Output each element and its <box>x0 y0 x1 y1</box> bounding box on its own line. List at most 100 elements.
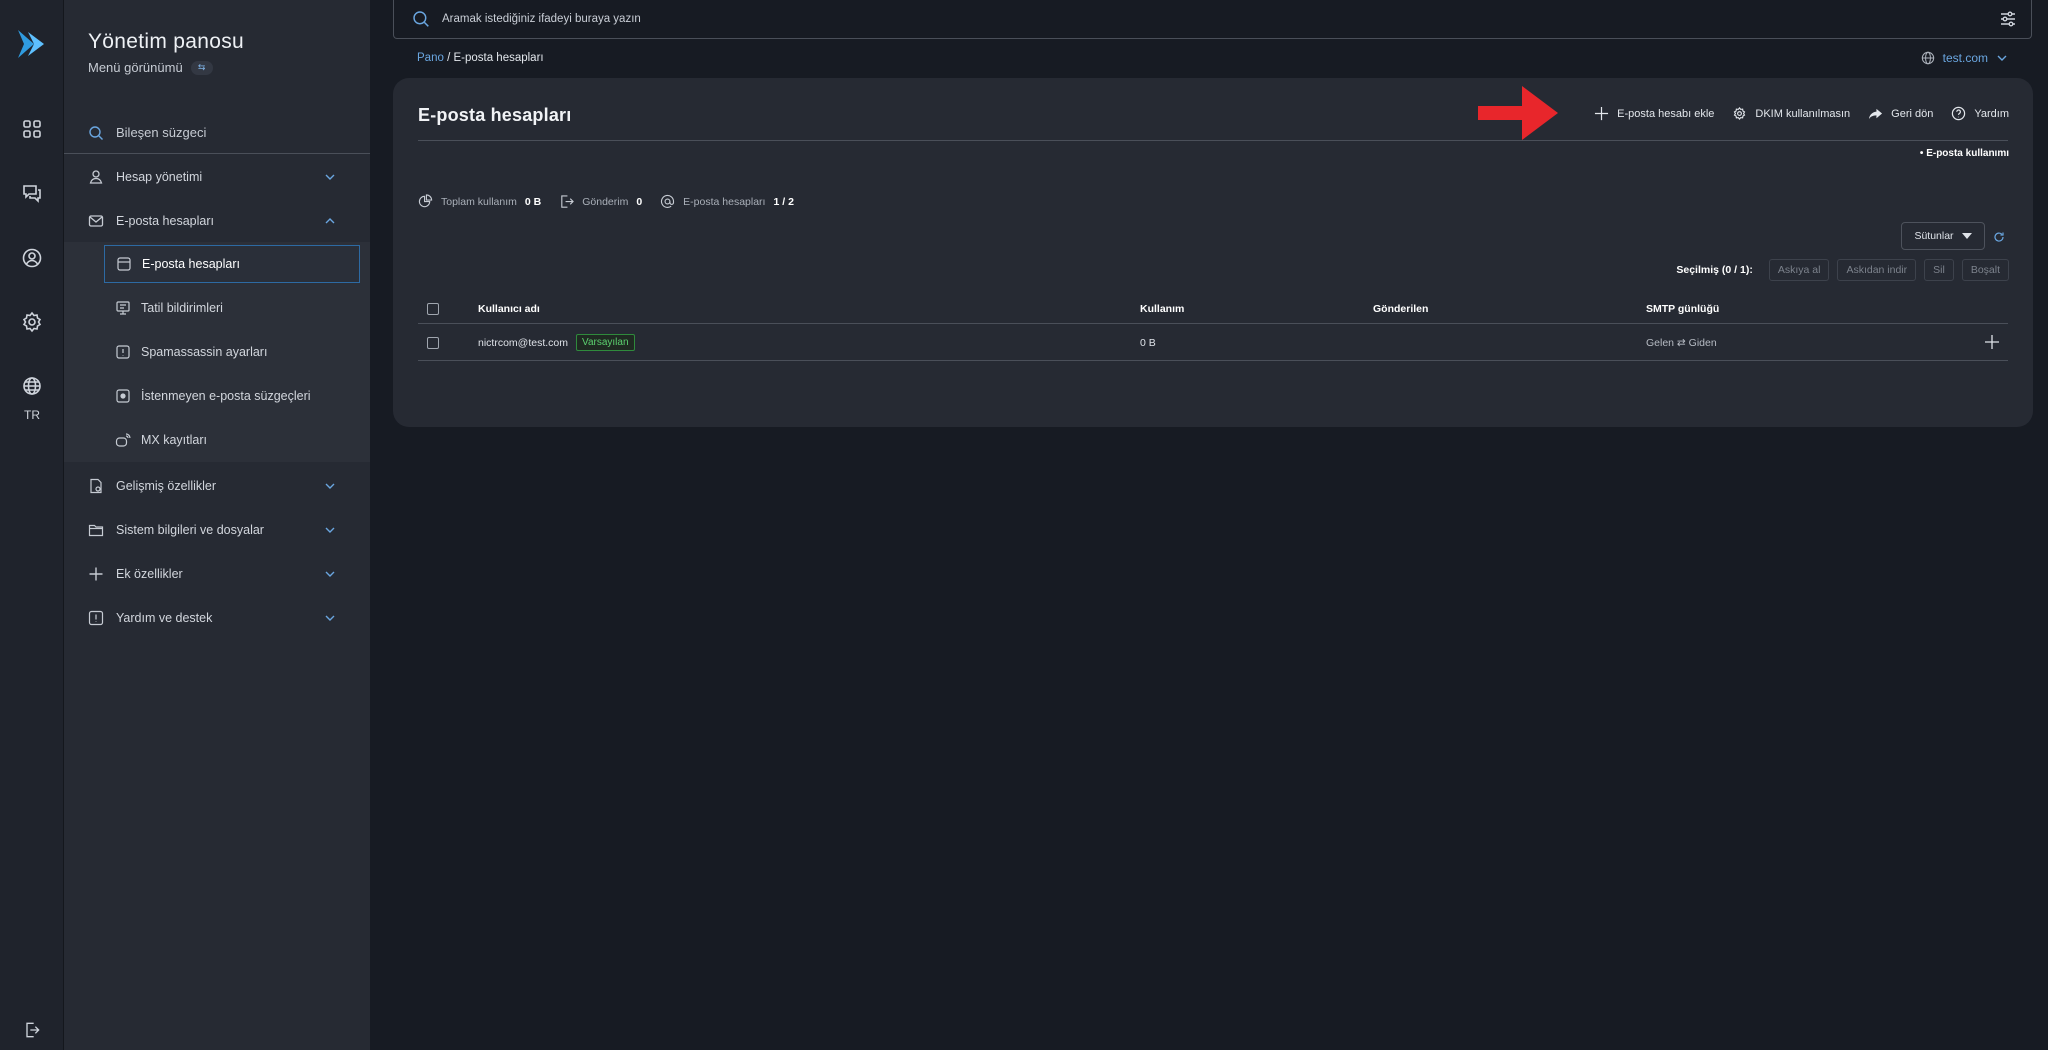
usage-cell: 0 B <box>1140 336 1156 349</box>
help-label: Yardım <box>1974 107 2009 120</box>
sidebar: Yönetim panosu Menü görünümü ⇆ Bileşen s… <box>64 0 370 1050</box>
logo-icon[interactable] <box>14 26 50 62</box>
expand-row-plus-icon[interactable] <box>1984 334 2000 350</box>
add-email-account-button[interactable]: E-posta hesabı ekle <box>1594 106 1714 121</box>
default-badge: Varsayılan <box>576 334 635 351</box>
chevron-down-icon <box>1996 52 2008 64</box>
submenu-item-label: E-posta hesapları <box>142 257 240 271</box>
submenu-item-spamassassin-settings[interactable]: Spamassassin ayarları <box>104 333 360 371</box>
select-all-checkbox[interactable] <box>427 302 439 315</box>
email-accounts-card: E-posta hesapları E-posta hesabı ekle DK… <box>393 78 2033 427</box>
breadcrumb: Pano / E-posta hesapları <box>417 52 544 64</box>
usage-stats: Toplam kullanım 0 B Gönderim 0 E-posta h… <box>418 194 794 209</box>
globe-icon[interactable] <box>20 374 44 398</box>
user-circle-icon[interactable] <box>20 246 44 270</box>
stat-total-usage: Toplam kullanım 0 B <box>418 194 541 209</box>
chevron-up-icon <box>324 215 336 227</box>
monitor-icon <box>115 300 131 316</box>
component-filter[interactable]: Bileşen süzgeci <box>64 112 370 154</box>
mx-icon <box>115 432 131 448</box>
empty-button[interactable]: Boşalt <box>1961 259 2009 281</box>
menu-view-label: Menü görünümü <box>88 60 183 75</box>
advanced-doc-icon <box>88 478 104 494</box>
at-sign-icon <box>660 194 675 209</box>
breadcrumb-root[interactable]: Pano <box>417 52 444 64</box>
chevron-down-icon <box>324 524 336 536</box>
column-username[interactable]: Kullanıcı adı <box>478 294 540 323</box>
column-sent[interactable]: Gönderilen <box>1373 294 1428 323</box>
sidebar-item-system-info-files[interactable]: Sistem bilgileri ve dosyalar <box>64 508 370 552</box>
sidebar-item-label: E-posta hesapları <box>116 214 214 228</box>
sidebar-item-help-support[interactable]: Yardım ve destek <box>64 596 370 640</box>
submenu-item-label: İstenmeyen e-posta süzgeçleri <box>141 389 311 403</box>
submenu-item-label: MX kayıtları <box>141 433 207 447</box>
back-label: Geri dön <box>1891 107 1934 120</box>
page-actions: E-posta hesabı ekle DKIM kullanılmasın G… <box>1594 106 2009 121</box>
search-icon <box>412 10 430 28</box>
sidebar-item-label: Sistem bilgileri ve dosyalar <box>116 523 264 537</box>
gear-icon[interactable] <box>20 310 44 334</box>
columns-label: Sütunlar <box>1914 230 1954 242</box>
menu-view-toggle[interactable]: ⇆ <box>190 60 213 75</box>
filter-box-icon <box>115 388 131 404</box>
stat-label: E-posta hesapları <box>683 195 766 208</box>
submenu-item-label: Tatil bildirimleri <box>141 301 223 315</box>
chevron-down-icon <box>324 480 336 492</box>
submenu-item-vacation-notices[interactable]: Tatil bildirimleri <box>104 289 360 327</box>
unsuspend-button[interactable]: Askıdan indir <box>1837 259 1917 281</box>
sidebar-item-extra-features[interactable]: Ek özellikler <box>64 552 370 596</box>
stat-value: 0 <box>636 195 643 208</box>
sidebar-item-email-accounts[interactable]: E-posta hesapları <box>64 199 370 243</box>
language-label[interactable]: TR <box>0 408 64 422</box>
row-checkbox[interactable] <box>427 336 439 349</box>
sidebar-item-account-management[interactable]: Hesap yönetimi <box>64 155 370 199</box>
grid-icon[interactable] <box>20 117 44 141</box>
help-button[interactable]: Yardım <box>1951 106 2009 121</box>
email-usage-link[interactable]: • E-posta kullanımı <box>1920 148 2009 159</box>
chevron-down-icon <box>324 171 336 183</box>
domain-selector-label: test.com <box>1942 51 1988 65</box>
plus-icon <box>88 566 104 582</box>
column-smtp-log[interactable]: SMTP günlüğü <box>1646 294 1719 323</box>
domain-selector[interactable]: test.com <box>1921 51 2008 65</box>
submenu-item-mx-records[interactable]: MX kayıtları <box>104 421 360 459</box>
sliders-icon[interactable] <box>1999 10 2017 28</box>
component-filter-label: Bileşen süzgeci <box>116 125 207 140</box>
stat-label: Gönderim <box>582 195 629 208</box>
sidebar-item-advanced-features[interactable]: Gelişmiş özellikler <box>64 464 370 508</box>
pie-chart-icon <box>418 194 433 209</box>
logout-icon[interactable] <box>22 1020 42 1040</box>
breadcrumb-current: E-posta hesapları <box>453 52 544 64</box>
stat-label: Toplam kullanım <box>441 195 517 208</box>
caret-down-icon <box>1961 233 1972 239</box>
chat-icon[interactable] <box>20 181 44 205</box>
gear-icon <box>1732 106 1747 121</box>
refresh-icon[interactable] <box>1993 230 2005 242</box>
stat-value: 1 / 2 <box>773 195 794 208</box>
columns-dropdown[interactable]: Sütunlar <box>1901 222 1985 250</box>
submenu-item-spam-filters[interactable]: İstenmeyen e-posta süzgeçleri <box>104 377 360 415</box>
bulk-actions: Seçilmiş (0 / 1): Askıya al Askıdan indi… <box>1676 259 2009 281</box>
add-email-account-label: E-posta hesabı ekle <box>1617 107 1715 120</box>
send-out-icon <box>559 194 575 209</box>
email-submenu: E-posta hesapları Tatil bildirimleri Spa… <box>64 242 370 462</box>
sidebar-item-label: Gelişmiş özellikler <box>116 479 217 493</box>
app-title: Yönetim panosu <box>88 30 244 53</box>
sidebar-item-label: Ek özellikler <box>116 567 183 581</box>
dkim-disable-button[interactable]: DKIM kullanılmasın <box>1732 106 1850 121</box>
username[interactable]: nictrcom@test.com <box>478 337 568 349</box>
red-arrow-icon <box>1478 86 1558 140</box>
delete-button[interactable]: Sil <box>1924 259 1954 281</box>
chevron-down-icon <box>324 568 336 580</box>
share-arrow-icon <box>1868 106 1883 121</box>
menu-view: Menü görünümü ⇆ <box>88 60 213 75</box>
submenu-item-email-accounts[interactable]: E-posta hesapları <box>104 245 360 283</box>
sidebar-item-label: Yardım ve destek <box>116 611 213 625</box>
search-input[interactable] <box>442 13 1842 25</box>
column-usage[interactable]: Kullanım <box>1140 294 1184 323</box>
back-button[interactable]: Geri dön <box>1868 106 1933 121</box>
suspend-button[interactable]: Askıya al <box>1768 259 1830 281</box>
global-search[interactable] <box>393 0 2032 39</box>
smtp-log-cell[interactable]: Gelen ⇄ Giden <box>1646 325 1717 360</box>
page-title: E-posta hesapları <box>418 105 572 125</box>
